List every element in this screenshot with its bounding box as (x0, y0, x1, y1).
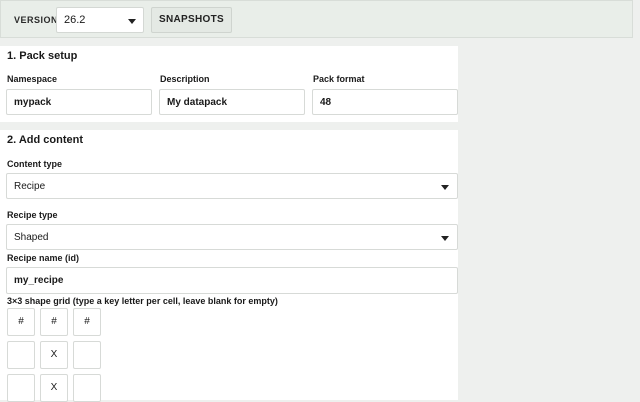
snapshots-button[interactable]: SNAPSHOTS (151, 7, 232, 33)
version-label: VERSION (14, 15, 59, 25)
recipe-type-select[interactable]: Shaped (6, 224, 458, 250)
content-type-value: Recipe (14, 181, 46, 192)
grid-cell[interactable]: # (40, 308, 68, 336)
grid-cell[interactable]: # (7, 308, 35, 336)
recipe-name-label: Recipe name (id) (7, 253, 80, 263)
grid-cell[interactable] (7, 341, 35, 369)
chevron-down-icon (128, 19, 136, 24)
namespace-value: mypack (14, 97, 52, 108)
recipe-name-value: my_recipe (14, 275, 64, 286)
add-content-title: 2. Add content (7, 134, 83, 146)
content-type-select[interactable]: Recipe (6, 173, 458, 199)
grid-cell[interactable] (7, 374, 35, 402)
description-input[interactable]: My datapack (159, 89, 305, 115)
recipe-type-label: Recipe type (7, 210, 58, 220)
recipe-name-input[interactable]: my_recipe (6, 267, 458, 294)
pack-format-input[interactable]: 48 (312, 89, 458, 115)
pack-setup-title: 1. Pack setup (7, 50, 78, 62)
pack-format-value: 48 (320, 97, 332, 108)
grid-cell[interactable]: X (40, 341, 68, 369)
chevron-down-icon (441, 236, 449, 241)
grid-cell[interactable] (73, 341, 101, 369)
grid-cell[interactable]: # (73, 308, 101, 336)
version-select-value: 26.2 (64, 14, 86, 26)
recipe-type-value: Shaped (14, 232, 49, 243)
grid-cell[interactable]: X (40, 374, 68, 402)
namespace-label: Namespace (7, 74, 58, 84)
pack-format-label: Pack format (313, 74, 365, 84)
pack-setup-panel: 1. Pack setup Namespace mypack Descripti… (0, 46, 458, 122)
version-toolbar: VERSION 26.2 SNAPSHOTS (0, 0, 633, 38)
add-content-panel: 2. Add content Content type Recipe Recip… (0, 130, 458, 402)
description-label: Description (160, 74, 210, 84)
grid-cell[interactable] (73, 374, 101, 402)
version-select[interactable]: 26.2 (56, 7, 144, 33)
namespace-input[interactable]: mypack (6, 89, 152, 115)
description-value: My datapack (167, 97, 228, 108)
chevron-down-icon (441, 185, 449, 190)
content-type-label: Content type (7, 159, 62, 169)
shape-grid-label: 3×3 shape grid (type a key letter per ce… (7, 296, 278, 306)
